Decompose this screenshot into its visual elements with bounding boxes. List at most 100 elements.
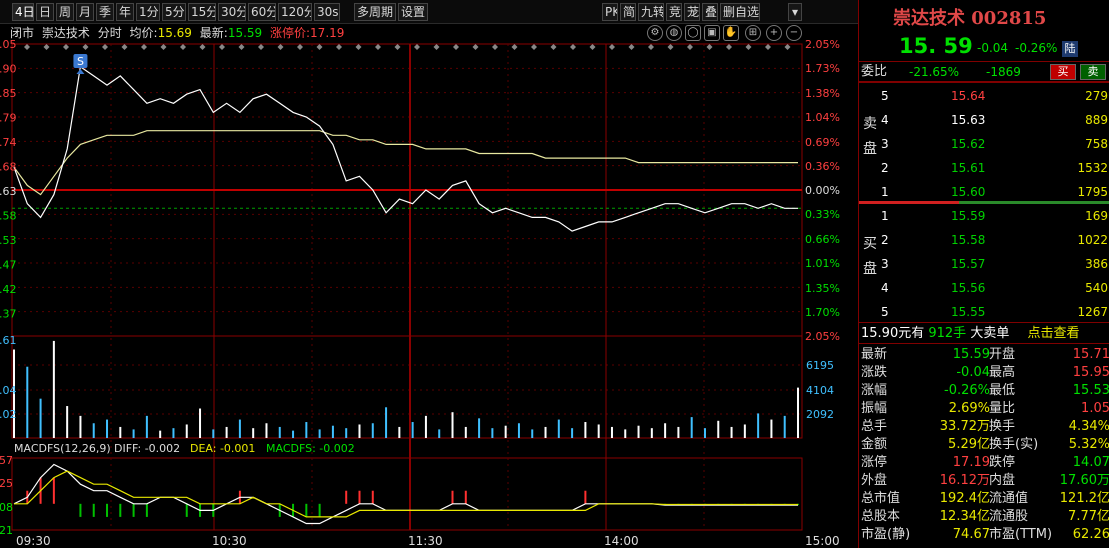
bid-row[interactable]: 2 15.58 1022 — [859, 228, 1109, 252]
event-marker[interactable] — [765, 44, 771, 50]
event-marker[interactable] — [648, 44, 654, 50]
event-marker[interactable] — [492, 44, 498, 50]
tool-button-1[interactable]: 简 — [620, 3, 636, 21]
stat-key: 涨幅 — [861, 383, 888, 398]
ask-row[interactable]: 3 15.62 758 — [859, 132, 1109, 156]
event-marker[interactable] — [667, 44, 674, 50]
event-marker[interactable] — [550, 44, 557, 50]
settings-icon[interactable]: ⚙ — [647, 25, 663, 41]
tool-button-5[interactable]: 叠 — [702, 3, 718, 21]
event-marker[interactable] — [609, 44, 615, 50]
event-marker[interactable] — [414, 44, 420, 50]
event-marker[interactable] — [472, 44, 479, 50]
big-order-link[interactable]: 点击查看 — [1027, 326, 1079, 341]
event-marker[interactable] — [726, 44, 732, 50]
period-tab-7[interactable]: 5分 — [162, 3, 186, 21]
zoom-icon[interactable]: ⊞ — [745, 25, 761, 41]
event-marker[interactable] — [511, 44, 518, 50]
event-marker[interactable] — [24, 44, 30, 50]
buy-side-label: 买盘 — [863, 236, 877, 277]
period-tab-4[interactable]: 季 — [96, 3, 114, 21]
intraday-chart[interactable]: S MACDFS(12,26,9) DIFF: -0.002 DEA: -0.001 M… — [0, 0, 858, 548]
current-price: 15. 59 — [899, 34, 973, 58]
hand-icon[interactable]: ✋ — [723, 25, 739, 41]
event-marker[interactable] — [336, 44, 342, 50]
stat-key: 总手 — [861, 419, 888, 434]
event-marker[interactable] — [531, 44, 537, 50]
period-tab-14[interactable]: 设置 — [398, 3, 428, 21]
event-marker[interactable] — [63, 44, 69, 50]
period-tab-1[interactable]: 日 — [36, 3, 54, 21]
period-tab-0[interactable]: 4日 — [12, 3, 34, 21]
event-marker[interactable] — [277, 44, 284, 50]
bid-level: 5 — [881, 305, 889, 319]
event-marker[interactable] — [355, 44, 362, 50]
event-marker[interactable] — [180, 44, 186, 50]
event-marker[interactable] — [570, 44, 576, 50]
buy-button[interactable]: 买 — [1050, 64, 1076, 80]
indicator-icon[interactable]: ◍ — [666, 25, 682, 41]
sell-button[interactable]: 卖 — [1080, 64, 1106, 80]
event-marker[interactable] — [121, 44, 128, 50]
zoom-in-icon[interactable]: + — [766, 25, 782, 41]
event-marker[interactable] — [219, 44, 225, 50]
period-tab-8[interactable]: 15分 — [188, 3, 216, 21]
event-marker[interactable] — [160, 44, 167, 50]
event-marker[interactable] — [316, 44, 323, 50]
event-marker[interactable] — [706, 44, 713, 50]
event-marker[interactable] — [258, 44, 264, 50]
event-marker[interactable] — [589, 44, 596, 50]
event-marker[interactable] — [687, 44, 693, 50]
bid-row[interactable]: 5 15.55 1267 — [859, 300, 1109, 324]
stat-value: 5.32% — [1068, 437, 1109, 452]
macd-diff-line — [13, 463, 798, 525]
period-tab-12[interactable]: 30s — [314, 3, 340, 21]
stat-key: 总股本 — [861, 509, 901, 524]
period-tab-11[interactable]: 120分 — [278, 3, 312, 21]
macd-axis-label: 08 — [0, 501, 13, 514]
ask-row[interactable]: 4 15.63 889 — [859, 108, 1109, 132]
event-marker[interactable] — [628, 44, 635, 50]
tool-button-3[interactable]: 竞 — [666, 3, 682, 21]
stat-row: 振幅 2.69% 量比 1.05 — [859, 400, 1109, 418]
period-tab-5[interactable]: 年 — [116, 3, 134, 21]
tool-button-4[interactable]: 茏 — [684, 3, 700, 21]
volume-bar — [411, 422, 414, 438]
tool-dropdown-icon[interactable]: ▾ — [788, 3, 802, 21]
bid-row[interactable]: 3 15.57 386 — [859, 252, 1109, 276]
tool-button-6[interactable]: 删自选 — [720, 3, 760, 21]
chat-icon[interactable]: ◯ — [685, 25, 701, 41]
bid-row[interactable]: 1 15.59 169 — [859, 204, 1109, 228]
event-marker[interactable] — [82, 44, 89, 50]
period-tab-9[interactable]: 30分 — [218, 3, 246, 21]
zoom-out-icon[interactable]: − — [786, 25, 802, 41]
event-marker[interactable] — [43, 44, 50, 50]
ask-level: 4 — [881, 113, 889, 127]
period-tab-13[interactable]: 多周期 — [354, 3, 396, 21]
event-marker[interactable] — [199, 44, 206, 50]
period-tab-10[interactable]: 60分 — [248, 3, 276, 21]
basket-icon[interactable]: ▣ — [704, 25, 720, 41]
ask-row[interactable]: 5 15.64 279 — [859, 84, 1109, 108]
period-tab-6[interactable]: 1分 — [136, 3, 160, 21]
period-tab-3[interactable]: 月 — [76, 3, 94, 21]
event-marker[interactable] — [375, 44, 381, 50]
event-marker[interactable] — [433, 44, 440, 50]
stat-value: 17.60万 — [1059, 473, 1109, 488]
event-marker[interactable] — [784, 44, 791, 50]
time-axis-label: 14:00 — [604, 534, 639, 548]
event-marker[interactable] — [102, 44, 108, 50]
volume-bar — [557, 419, 560, 438]
bid-row[interactable]: 4 15.56 540 — [859, 276, 1109, 300]
event-marker[interactable] — [745, 44, 752, 50]
tool-button-0[interactable]: PK — [602, 3, 618, 21]
event-marker[interactable] — [453, 44, 459, 50]
event-marker[interactable] — [394, 44, 401, 50]
tool-button-2[interactable]: 九转 — [638, 3, 664, 21]
ask-row[interactable]: 2 15.61 1532 — [859, 156, 1109, 180]
stat-key: 外盘 — [861, 473, 888, 488]
event-marker[interactable] — [238, 44, 245, 50]
event-marker[interactable] — [297, 44, 303, 50]
event-marker[interactable] — [141, 44, 147, 50]
period-tab-2[interactable]: 周 — [56, 3, 74, 21]
